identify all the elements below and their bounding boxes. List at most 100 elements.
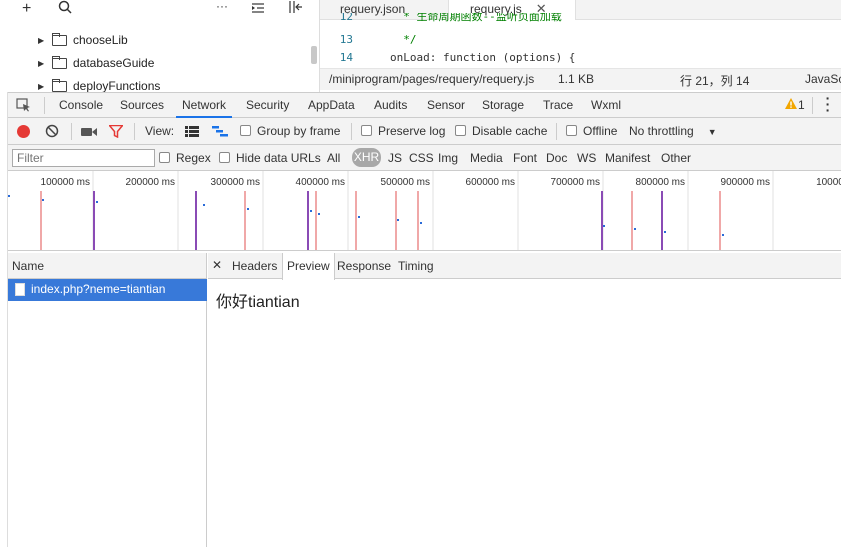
tab-timing[interactable]: Timing [394,253,438,279]
expand-arrow-icon[interactable]: ▶ [38,82,52,91]
timeline-tick-label: 100000 ms [41,177,90,188]
divider [134,123,135,140]
tab-audits[interactable]: Audits [374,93,407,118]
code-text: */ [390,33,417,46]
offline-checkbox[interactable]: Offline [566,124,617,138]
clear-icon[interactable] [45,124,59,141]
timeline-tick-label: 600000 ms [466,177,515,188]
waterfall-icon[interactable] [212,126,228,140]
filter-type-doc[interactable]: Doc [546,151,567,165]
tab-storage[interactable]: Storage [482,93,524,118]
filter-type-media[interactable]: Media [470,151,503,165]
disable-cache-checkbox[interactable]: Disable cache [455,124,547,138]
request-name: index.php?neme=tiantian [31,282,166,296]
file-size: 1.1 KB [558,72,595,86]
request-row[interactable]: index.php?neme=tiantian [8,279,207,301]
filter-type-all[interactable]: All [327,151,340,165]
filter-type-xhr[interactable]: XHR [352,148,381,167]
timeline-tick-label: 1000000 [816,177,841,188]
checkbox-label: Regex [176,151,211,165]
timeline-graph[interactable]: 100000 ms 200000 ms 300000 ms 400000 ms 5000… [8,171,841,251]
tab-sources[interactable]: Sources [120,93,164,118]
name-column-header[interactable]: Name [12,259,44,273]
warning-icon[interactable] [785,98,797,112]
close-icon[interactable]: ✕ [212,258,222,272]
record-icon[interactable] [17,125,30,138]
plus-icon[interactable]: + [22,0,31,18]
throttling-select[interactable]: No throttling ▼ [629,124,717,138]
tab-console[interactable]: Console [59,93,103,118]
folder-icon [52,78,67,92]
network-toolbar: View: Group by frame Preserve log Disabl… [0,118,841,145]
split-layout-icon[interactable] [288,0,304,18]
filter-type-js[interactable]: JS [388,151,402,165]
timeline-request-dot [358,216,360,218]
preview-content: 你好tiantian [216,294,300,311]
filter-type-font[interactable]: Font [513,151,537,165]
filter-type-other[interactable]: Other [661,151,691,165]
tree-item-label: deployFunctions [73,79,161,93]
filter-type-manifest[interactable]: Manifest [605,151,650,165]
expand-arrow-icon[interactable]: ▶ [38,59,52,68]
tab-security[interactable]: Security [246,93,289,118]
code-line-13: 13 */ [320,31,417,49]
filter-bar: Regex Hide data URLs All XHR JS CSS Img … [0,145,841,171]
tab-appdata[interactable]: AppData [308,93,355,118]
timeline-request-dot [397,219,399,221]
devtools-tab-bar: Console Sources Network Security AppData… [0,91,841,118]
group-by-frame-checkbox[interactable]: Group by frame [240,124,340,138]
hide-data-urls-checkbox[interactable]: Hide data URLs [219,151,321,165]
left-gutter [0,92,8,547]
timeline-tick-label: 400000 ms [296,177,345,188]
timeline-request-dot [603,225,605,227]
tab-wxml[interactable]: Wxml [591,93,621,118]
tab-network[interactable]: Network [176,93,233,118]
filter-type-css[interactable]: CSS [409,151,434,165]
capture-screenshots-icon[interactable] [81,126,97,140]
timeline-tick-label: 800000 ms [636,177,685,188]
preserve-log-checkbox[interactable]: Preserve log [361,124,445,138]
code-text: onLoad: function (options) { [390,51,576,64]
request-list[interactable] [8,279,207,547]
timeline-request-dot [420,222,422,224]
filter-input[interactable] [12,149,155,167]
filter-type-img[interactable]: Img [438,151,458,165]
cursor-position[interactable]: 行 21，列 14 [680,72,749,89]
tab-preview[interactable]: Preview [282,253,335,280]
divider [71,123,72,140]
editor-status-bar: /miniprogram/pages/requery/requery.js 1.… [320,68,841,90]
filter-type-ws[interactable]: WS [577,151,596,165]
regex-checkbox[interactable]: Regex [159,151,211,165]
tab-trace[interactable]: Trace [543,93,573,118]
divider [812,97,813,114]
timeline-tick-label: 300000 ms [211,177,260,188]
language-mode[interactable]: JavaSc [805,72,841,86]
checkbox-label: Group by frame [257,124,341,138]
tab-sensor[interactable]: Sensor [427,93,465,118]
expand-arrow-icon[interactable]: ▶ [38,36,52,45]
view-label: View: [145,124,175,138]
checkbox-label: Preserve log [378,124,446,138]
tree-item-databaseguide[interactable]: ▶ databaseGuide [38,53,154,73]
tab-headers[interactable]: Headers [228,253,281,279]
tree-scrollbar[interactable] [311,46,317,64]
line-number: 14 [339,51,353,64]
search-icon[interactable] [58,0,72,18]
more-icon[interactable]: ··· [216,0,228,15]
inspect-element-icon[interactable] [16,98,31,115]
more-vertical-icon[interactable]: · · · [824,91,832,117]
file-path: /miniprogram/pages/requery/requery.js [329,72,535,86]
timeline-tick-label: 200000 ms [126,177,175,188]
tree-item-chooselib[interactable]: ▶ chooseLib [38,30,128,50]
timeline-request-dot [722,234,724,236]
request-detail-tabs: ✕ Headers Preview Response Timing [208,253,841,280]
explorer-toolbar: + ··· [0,0,320,20]
checkbox-label: Offline [583,124,618,138]
code-line-14: 14 onLoad: function (options) { [320,49,576,67]
timeline-request-dot [247,208,249,210]
large-rows-icon[interactable] [185,126,199,140]
network-overview-timeline[interactable]: 100000 ms 200000 ms 300000 ms 400000 ms 5000… [8,171,841,251]
filter-icon[interactable] [107,124,125,141]
collapse-all-icon[interactable] [251,0,265,18]
tab-response[interactable]: Response [333,253,395,279]
